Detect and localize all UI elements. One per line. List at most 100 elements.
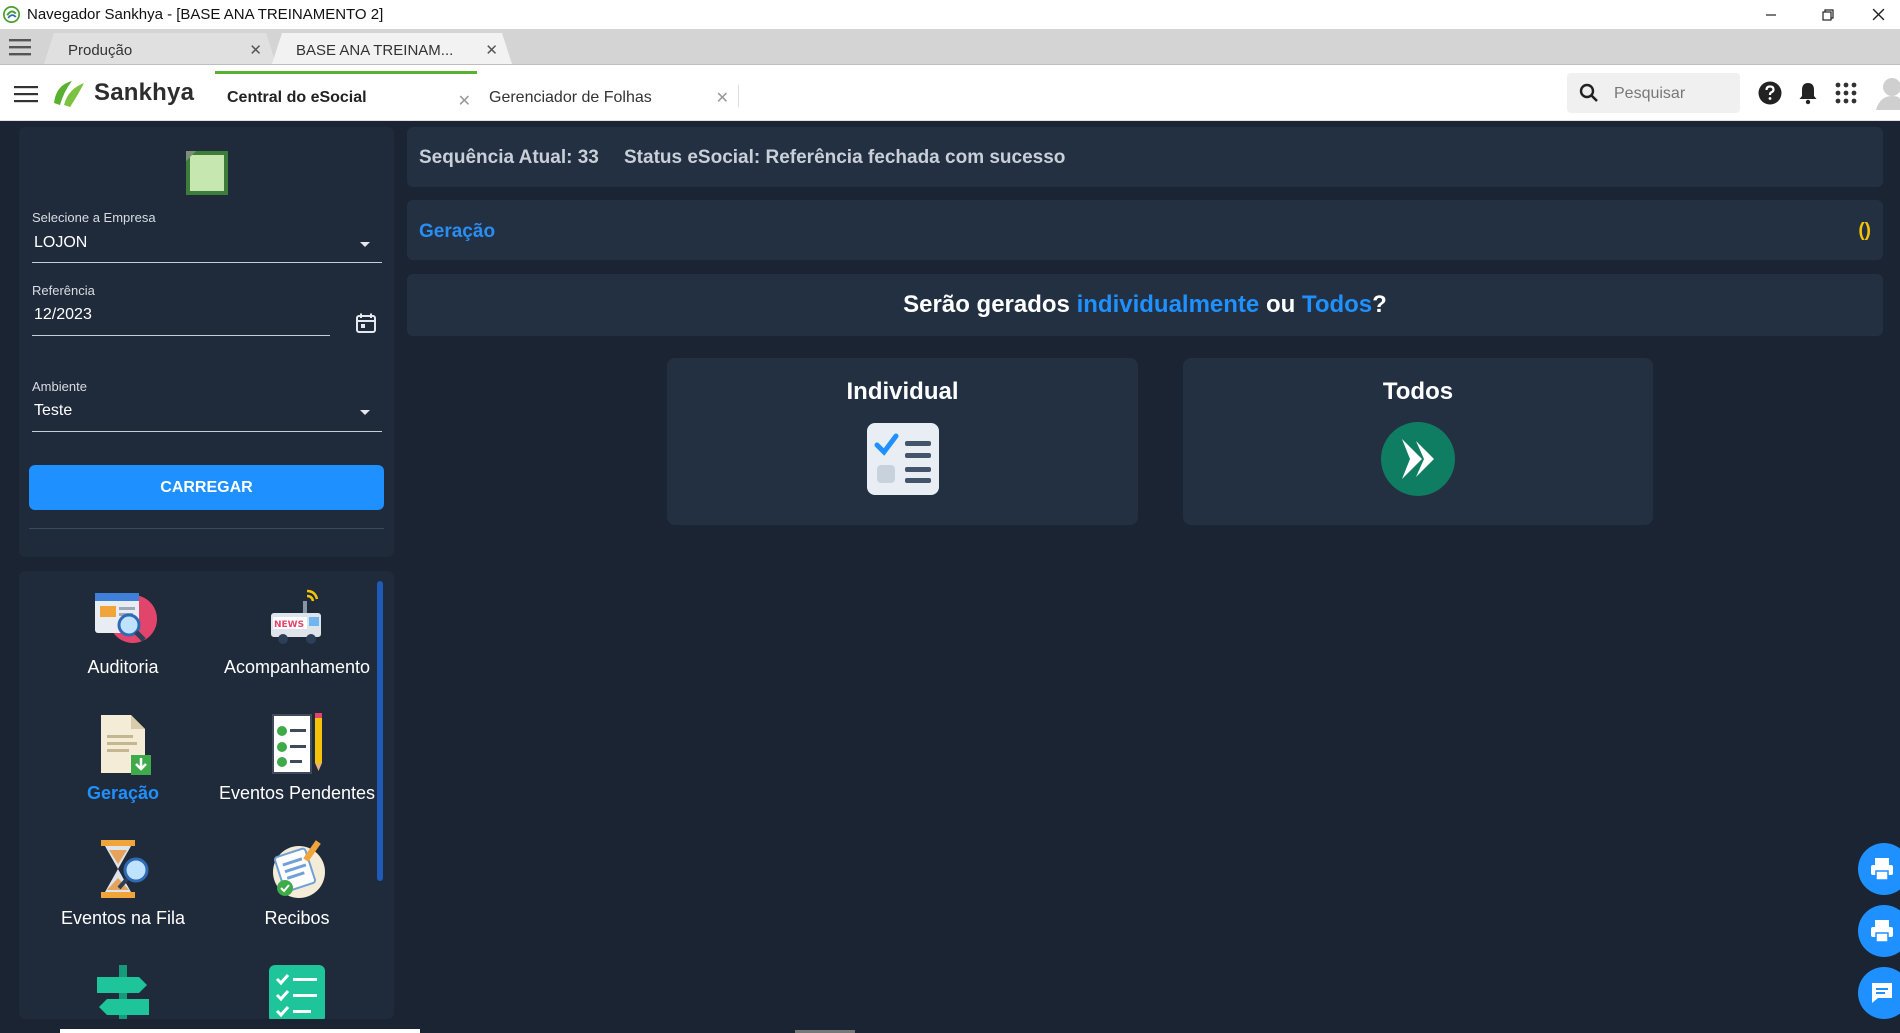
esocial-menu-panel: Auditoria NEWS Acompanhamento Geração Ev… — [19, 571, 394, 1019]
sankhya-logo[interactable]: Sankhya — [50, 77, 194, 109]
menu-item-auditoria[interactable]: Auditoria — [33, 585, 213, 678]
calendar-icon[interactable] — [354, 311, 378, 335]
browser-tab-base-ana[interactable]: BASE ANA TREINAM... ✕ — [272, 33, 512, 64]
status-esocial: Status eSocial: Referência fechada com s… — [624, 147, 1066, 168]
close-window-button[interactable] — [1857, 0, 1900, 29]
menu-icon[interactable] — [14, 85, 38, 103]
referencia-underline — [32, 335, 330, 336]
checklist-icon — [866, 423, 939, 495]
question-part: ou — [1259, 291, 1302, 318]
menu-item-label: Auditoria — [87, 657, 159, 677]
fast-forward-icon — [1381, 422, 1455, 496]
menu-scrollbar[interactable] — [377, 581, 383, 881]
ambiente-label: Ambiente — [32, 379, 87, 394]
search-box[interactable] — [1567, 73, 1740, 113]
checklist-pencil-icon — [272, 713, 322, 774]
tab-label: Gerenciador de Folhas — [489, 89, 652, 106]
referencia-label: Referência — [32, 283, 95, 298]
referencia-input[interactable]: 12/2023 — [32, 299, 330, 329]
menu-item-eventos-pendentes[interactable]: Eventos Pendentes — [207, 711, 387, 804]
section-header-geracao: Geração () — [407, 200, 1883, 260]
option-label: Todos — [1382, 378, 1454, 405]
menu-item-label: Acompanhamento — [223, 657, 371, 677]
option-todos[interactable]: Todos — [1183, 358, 1653, 525]
hamburger-menu-icon[interactable] — [9, 38, 31, 56]
minimize-button[interactable] — [1743, 0, 1799, 29]
divider — [29, 528, 384, 529]
menu-item-label: Recibos — [264, 908, 330, 928]
menu-item-label: Eventos na Fila — [60, 908, 186, 928]
menu-item-checklist[interactable] — [207, 961, 387, 1019]
tab-gerenciador-folhas[interactable]: Gerenciador de Folhas ✕ — [477, 71, 739, 120]
close-tab-icon[interactable]: ✕ — [716, 88, 729, 108]
carregar-button[interactable]: CARREGAR — [29, 465, 384, 510]
chevron-down-icon — [360, 410, 370, 415]
sankhya-leaf-icon — [54, 81, 84, 107]
print-icon — [1871, 858, 1893, 881]
menu-item-label: Geração — [86, 783, 160, 803]
browser-tab-label: BASE ANA TREINAM... — [296, 42, 454, 59]
close-tab-icon[interactable]: ✕ — [458, 91, 471, 111]
question-part: Serão gerados — [903, 291, 1077, 318]
menu-item-acompanhamento[interactable]: NEWS Acompanhamento — [207, 585, 387, 678]
browser-tab-label: Produção — [68, 42, 133, 59]
brand-name: Sankhya — [94, 79, 195, 106]
window-titlebar: Navegador Sankhya - [BASE ANA TREINAMENT… — [0, 0, 1900, 29]
empresa-select[interactable]: LOJON — [32, 227, 382, 257]
option-individual[interactable]: Individual — [667, 358, 1138, 525]
window-title: Navegador Sankhya - [BASE ANA TREINAMENT… — [27, 6, 384, 23]
sankhya-app-icon — [3, 6, 20, 23]
ambiente-value: Teste — [34, 402, 73, 419]
status-bar: Sequência Atual: 33 Status eSocial: Refe… — [407, 127, 1883, 187]
menu-item-signpost[interactable] — [33, 961, 213, 1019]
empresa-underline — [32, 262, 382, 263]
ambiente-select[interactable]: Teste — [32, 395, 382, 425]
section-title: Geração — [419, 221, 496, 242]
receipt-check-icon — [273, 840, 325, 898]
ambiente-underline — [32, 431, 382, 432]
close-tab-icon[interactable]: ✕ — [249, 41, 262, 59]
menu-item-eventos-na-fila[interactable]: Eventos na Fila — [33, 836, 213, 929]
hourglass-search-icon — [101, 840, 149, 898]
question-part: ? — [1372, 291, 1387, 318]
help-icon[interactable] — [1757, 80, 1783, 106]
bottom-scroll-indicator — [60, 1029, 420, 1033]
empresa-label: Selecione a Empresa — [32, 210, 156, 225]
notification-bell-icon[interactable] — [1795, 80, 1821, 106]
close-tab-icon[interactable]: ✕ — [485, 41, 498, 59]
apps-grid-icon[interactable] — [1833, 80, 1859, 106]
menu-item-geracao[interactable]: Geração — [33, 711, 213, 804]
empresa-value: LOJON — [34, 234, 88, 251]
restore-icon — [1822, 8, 1834, 21]
checklist-board-icon — [269, 965, 325, 1019]
question-text: Serão gerados individualmente ou Todos? — [407, 291, 1883, 319]
print-icon — [1871, 920, 1893, 943]
question-highlight-individual: individualmente — [1076, 291, 1260, 318]
signpost-icon — [97, 965, 149, 1019]
filter-panel: Selecione a Empresa LOJON Referência 12/… — [19, 127, 394, 557]
browser-tab-strip: Produção ✕ BASE ANA TREINAM... ✕ — [0, 29, 1900, 65]
print-button-secondary[interactable] — [1858, 905, 1900, 957]
close-icon — [1872, 8, 1885, 21]
search-input[interactable] — [1612, 81, 1736, 107]
chat-button[interactable] — [1858, 967, 1900, 1019]
restore-button[interactable] — [1800, 0, 1856, 29]
sequencia-atual: Sequência Atual: 33 — [419, 147, 599, 168]
tab-central-esocial[interactable]: Central do eSocial ✕ — [215, 71, 477, 123]
print-button[interactable] — [1858, 843, 1900, 895]
chevron-down-icon — [360, 242, 370, 247]
app-header: Sankhya Central do eSocial ✕ Gerenciador… — [0, 65, 1900, 121]
menu-item-label: Eventos Pendentes — [218, 783, 376, 803]
svg-text:NEWS: NEWS — [274, 620, 304, 630]
audit-search-icon — [95, 593, 157, 643]
option-label: Individual — [846, 378, 959, 405]
menu-item-recibos[interactable]: Recibos — [207, 836, 387, 929]
chat-icon — [1872, 983, 1892, 1003]
minimize-icon — [1766, 13, 1776, 16]
tab-label: Central do eSocial — [227, 89, 367, 106]
search-icon — [1579, 83, 1598, 102]
referencia-value: 12/2023 — [34, 306, 92, 323]
news-van-icon: NEWS — [271, 589, 321, 644]
browser-tab-producao[interactable]: Produção ✕ — [44, 33, 276, 64]
user-avatar-icon[interactable] — [1876, 76, 1900, 110]
